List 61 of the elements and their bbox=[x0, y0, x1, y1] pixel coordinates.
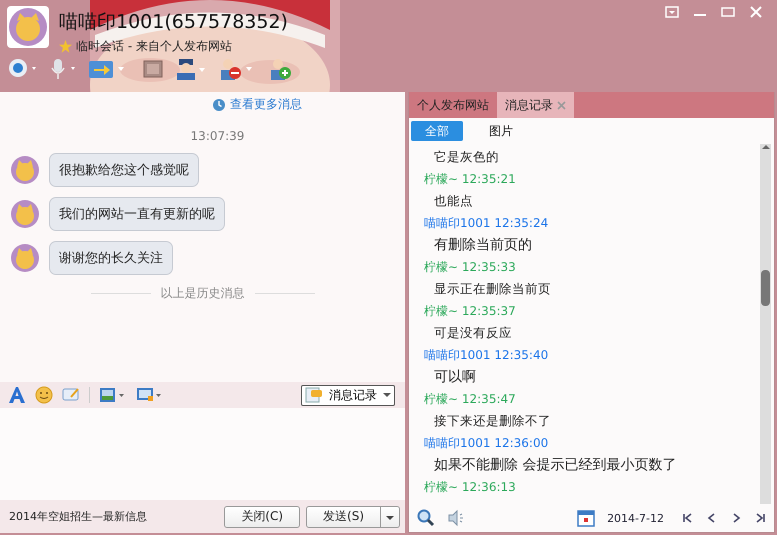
tab-label: 个人发布网站 bbox=[417, 96, 489, 114]
sender-line: 喵喵印1001 12:35:40 bbox=[424, 347, 550, 364]
image-icon[interactable] bbox=[99, 386, 127, 404]
filter-tab[interactable]: 图片 bbox=[475, 121, 527, 141]
send-button[interactable]: 发送(S) bbox=[306, 506, 381, 528]
last-page-icon[interactable] bbox=[754, 512, 766, 524]
message-time: 13:07:39 bbox=[190, 129, 246, 143]
send-options-button[interactable] bbox=[381, 506, 400, 528]
history-date[interactable]: 2014-7-12 bbox=[607, 512, 664, 524]
speaker-icon[interactable] bbox=[447, 509, 465, 527]
avatar[interactable] bbox=[7, 6, 49, 48]
sender-line: 柠檬~ 12:35:47 bbox=[424, 391, 517, 408]
message-bubble: 很抱歉给您这个感觉呢 bbox=[49, 153, 199, 187]
message-history-button[interactable]: 消息记录 bbox=[301, 384, 395, 406]
calendar-icon[interactable] bbox=[577, 509, 596, 527]
history-divider-label: 以上是历史消息 bbox=[160, 285, 244, 302]
sender-line: 柠檬~ 12:35:21 bbox=[424, 171, 517, 188]
caret-icon bbox=[383, 392, 391, 398]
message-text: 可以啊 bbox=[433, 368, 477, 387]
sender-line: 柠檬~ 12:35:33 bbox=[424, 259, 517, 276]
message-bubble: 我们的网站一直有更新的呢 bbox=[49, 197, 225, 231]
panel-tab[interactable]: 个人发布网站 bbox=[409, 92, 497, 118]
sender-line: 喵喵印1001 12:36:00 bbox=[424, 435, 550, 452]
screenshot-icon[interactable] bbox=[136, 386, 164, 404]
font-icon[interactable] bbox=[8, 386, 26, 404]
message-text: 它是灰色的 bbox=[433, 148, 500, 166]
add-contact-icon[interactable] bbox=[268, 58, 292, 80]
scrollbar-thumb[interactable] bbox=[761, 270, 770, 306]
message-text: 可是没有反应 bbox=[433, 324, 513, 342]
scroll-up-icon[interactable] bbox=[762, 144, 770, 150]
message-text: 也能点 bbox=[433, 192, 474, 210]
skin-icon[interactable] bbox=[665, 6, 679, 18]
message-text: 接下来还是删除不了 bbox=[433, 412, 552, 430]
clock-icon bbox=[213, 98, 225, 110]
avatar[interactable] bbox=[10, 155, 40, 185]
close-button[interactable]: 关闭(C) bbox=[224, 506, 300, 528]
message-text: 显示正在删除当前页 bbox=[433, 280, 552, 298]
smiley-icon[interactable] bbox=[35, 386, 53, 404]
tab-label: 消息记录 bbox=[505, 96, 553, 114]
caret-icon bbox=[386, 514, 394, 520]
avatar[interactable] bbox=[10, 243, 40, 273]
person-icon[interactable] bbox=[174, 58, 208, 80]
ad-link[interactable]: 2014年空姐招生—最新信息 bbox=[9, 509, 218, 524]
search-icon[interactable] bbox=[417, 509, 435, 527]
panel-tab[interactable]: 消息记录 bbox=[497, 92, 574, 118]
mail-icon[interactable] bbox=[142, 58, 164, 80]
sender-line: 柠檬~ 12:35:37 bbox=[424, 303, 517, 320]
maximize-icon[interactable] bbox=[721, 6, 735, 18]
more-messages-link[interactable]: 查看更多消息 bbox=[103, 96, 302, 113]
first-page-icon[interactable] bbox=[682, 512, 694, 524]
history-button-label: 消息记录 bbox=[329, 386, 377, 404]
avatar[interactable] bbox=[10, 199, 40, 229]
sender-line: 喵喵印1001 12:35:24 bbox=[424, 215, 550, 232]
message-bubble: 谢谢您的长久关注 bbox=[49, 241, 173, 275]
chat-log-icon bbox=[305, 387, 323, 403]
star-icon bbox=[59, 40, 72, 53]
sender-line: 柠檬~ 12:36:13 bbox=[424, 479, 517, 496]
webcam-icon[interactable] bbox=[8, 58, 38, 80]
message-text: 如果不能删除 会提示已经到最小页数了 bbox=[433, 456, 678, 475]
message-text: 有删除当前页的 bbox=[433, 236, 533, 255]
session-subtitle: 临时会话 - 来自个人发布网站 bbox=[76, 38, 232, 55]
